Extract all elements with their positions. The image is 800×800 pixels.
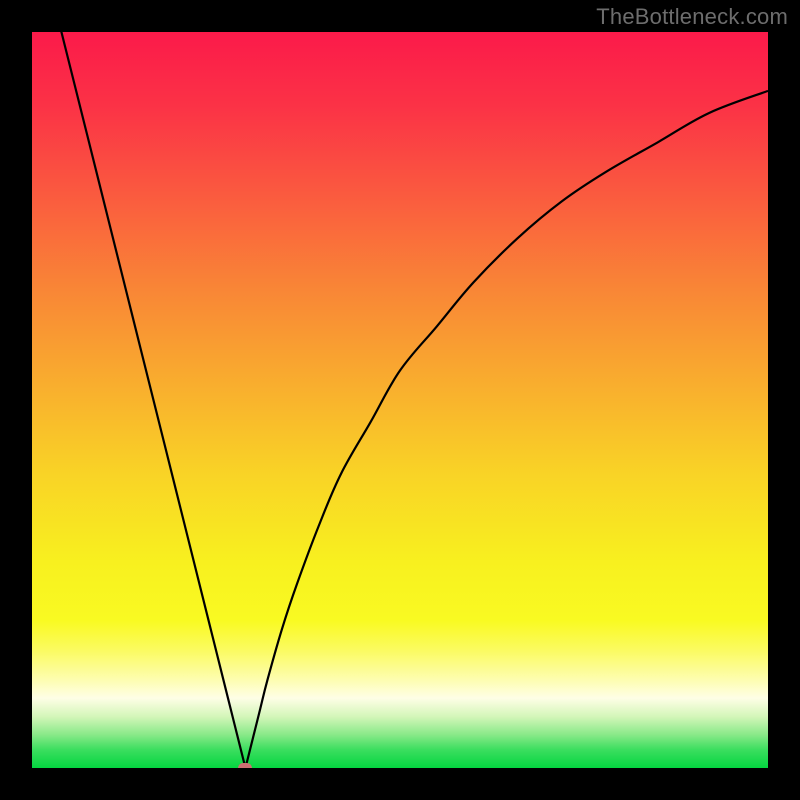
minimum-marker bbox=[238, 763, 252, 768]
curve-layer bbox=[32, 32, 768, 768]
bottleneck-curve bbox=[32, 32, 768, 768]
chart-frame: TheBottleneck.com bbox=[0, 0, 800, 800]
watermark-text: TheBottleneck.com bbox=[596, 4, 788, 30]
plot-area bbox=[32, 32, 768, 768]
